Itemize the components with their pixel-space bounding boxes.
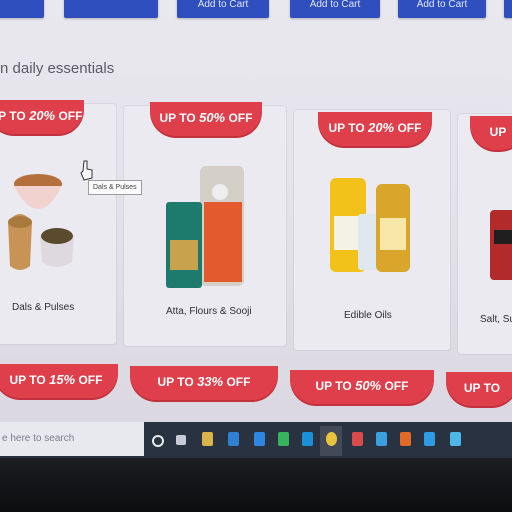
store-icon[interactable] — [228, 432, 239, 446]
tooltip: Dals & Pulses — [88, 180, 142, 195]
app-icon[interactable] — [424, 432, 435, 446]
add-to-cart-button[interactable]: Add to Cart — [290, 0, 380, 18]
add-to-cart-button[interactable]: Add to Cart — [398, 0, 486, 18]
hand-cursor-icon — [80, 160, 93, 181]
discount-ribbon: UP TO 15% OFF — [0, 364, 118, 398]
add-to-cart-button[interactable] — [64, 0, 158, 18]
url-fragment — [0, 406, 2, 413]
category-card-atta[interactable]: Atta, Flours & Sooji — [124, 106, 286, 346]
app-icon[interactable] — [450, 432, 461, 446]
discount-ribbon: UP TO 50% OFF — [290, 370, 434, 404]
mail-icon[interactable] — [302, 432, 313, 446]
category-label: Dals & Pulses — [12, 302, 75, 313]
add-to-cart-button[interactable] — [504, 0, 512, 18]
add-to-cart-button[interactable] — [0, 0, 44, 18]
discount-ribbon: UP TO 33% OFF — [130, 366, 278, 400]
category-label: Salt, Sug — [480, 314, 512, 325]
discount-ribbon: UP TO 20% OFF — [0, 100, 84, 134]
section-title: n daily essentials — [0, 60, 115, 77]
discount-ribbon: UP TO 20% OFF — [318, 112, 432, 146]
task-view-icon[interactable] — [176, 435, 186, 445]
add-to-cart-button[interactable]: Add to Cart — [177, 0, 269, 18]
category-card-dals[interactable]: Dals & Pulses — [0, 104, 116, 344]
file-explorer-icon[interactable] — [202, 432, 213, 446]
app-icon[interactable] — [400, 432, 411, 446]
category-label: Atta, Flours & Sooji — [166, 306, 252, 317]
monitor-bezel — [0, 458, 512, 512]
monitor-screen: Add to Cart Add to Cart Add to Cart n da… — [0, 0, 512, 462]
cortana-icon[interactable] — [152, 435, 164, 447]
app-icon[interactable] — [352, 432, 363, 446]
maps-icon[interactable] — [278, 432, 289, 446]
app-icon[interactable] — [376, 432, 387, 446]
category-card-salt[interactable]: Salt, Sug — [458, 114, 512, 354]
edge-icon[interactable] — [254, 432, 265, 446]
oils-image — [330, 178, 410, 272]
discount-ribbon: UP TO — [446, 372, 512, 406]
atta-image — [166, 166, 244, 288]
taskbar: e here to search — [0, 422, 512, 462]
category-label: Edible Oils — [344, 310, 392, 321]
discount-ribbon: UP TO 50% OFF — [150, 102, 262, 136]
chrome-icon[interactable] — [326, 432, 337, 446]
taskbar-search[interactable]: e here to search — [0, 422, 144, 456]
category-card-oils[interactable]: Edible Oils — [294, 110, 450, 350]
